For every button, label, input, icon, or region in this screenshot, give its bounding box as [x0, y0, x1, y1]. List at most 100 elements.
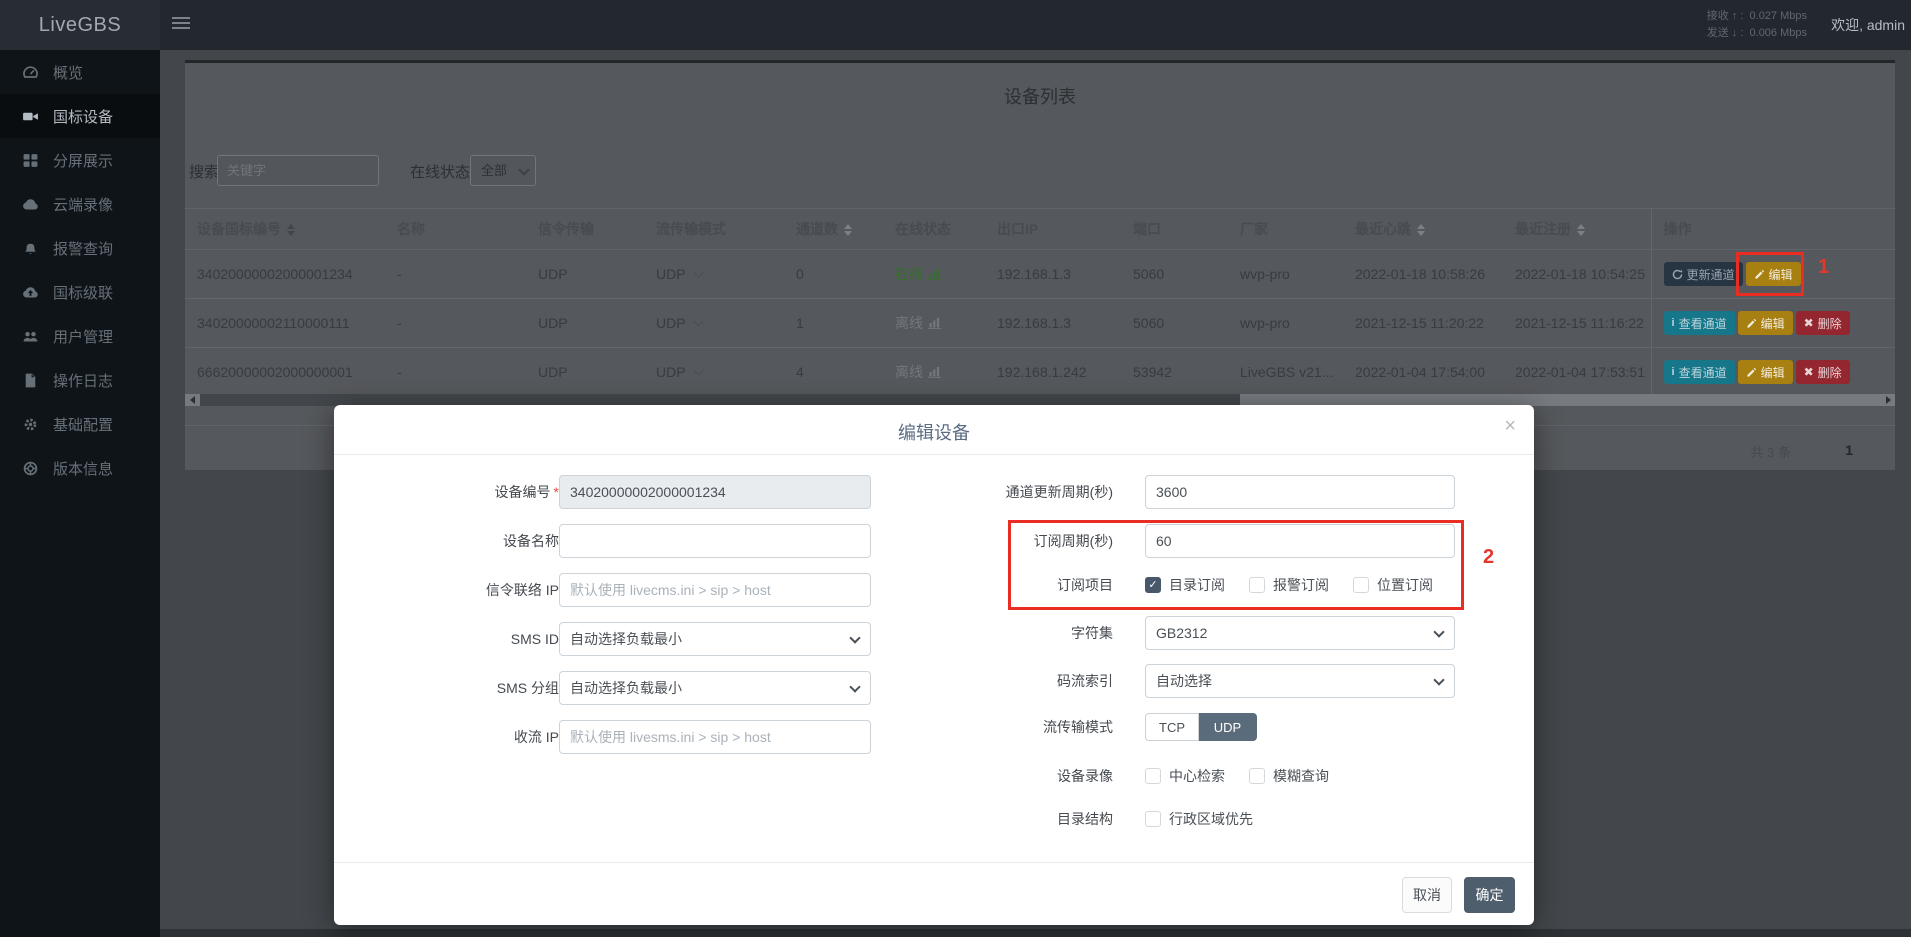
grid-icon	[22, 152, 39, 169]
stream-mode-dropdown[interactable]: UDP	[656, 266, 702, 282]
cancel-button[interactable]: 取消	[1402, 877, 1452, 913]
cell-name: -	[385, 348, 526, 397]
delete-button[interactable]: ✖删除	[1796, 311, 1850, 335]
sms-id-select[interactable]: 自动选择负载最小	[559, 622, 871, 656]
delete-button[interactable]: ✖删除	[1796, 360, 1850, 384]
col-header-channels[interactable]: 通道数	[784, 209, 883, 250]
sidebar-item-operation-log[interactable]: 操作日志	[0, 358, 160, 402]
recv-ip-input[interactable]	[559, 720, 871, 754]
ok-button[interactable]: 确定	[1464, 877, 1515, 913]
sidebar-item-cloud-record[interactable]: 云端录像	[0, 182, 160, 226]
sidebar-item-overview[interactable]: 概览	[0, 50, 160, 94]
online-status-select[interactable]: 全部	[470, 155, 536, 186]
col-header-device-id[interactable]: 设备国标编号	[185, 209, 385, 250]
cell-port: 53942	[1121, 348, 1228, 397]
position-subscribe-checkbox[interactable]: ✓	[1353, 577, 1369, 593]
sip-ip-input[interactable]	[559, 573, 871, 607]
edit-button[interactable]: 编辑	[1738, 360, 1793, 384]
cell-sip-transport: UDP	[526, 250, 644, 299]
cell-ip: 192.168.1.3	[985, 299, 1121, 348]
stream-mode-dropdown[interactable]: UDP	[656, 315, 702, 331]
cell-device-id: 34020000002110000111	[185, 299, 385, 348]
scroll-left-arrow[interactable]	[185, 394, 199, 406]
col-header-heartbeat[interactable]: 最近心跳	[1343, 209, 1503, 250]
subscribe-period-input[interactable]	[1145, 524, 1455, 558]
cell-device-id: 34020000002000001234	[185, 250, 385, 299]
subscribe-option-catalog: ✓ 目录订阅	[1145, 575, 1225, 595]
sidebar-item-user-management[interactable]: 用户管理	[0, 314, 160, 358]
cell-name: -	[385, 250, 526, 299]
status-online-link[interactable]: 在线	[895, 264, 941, 284]
update-channels-button[interactable]: 更新通道	[1664, 262, 1743, 286]
view-channels-button[interactable]: i查看通道	[1664, 311, 1735, 335]
sort-icon	[1577, 224, 1585, 236]
stream-index-select[interactable]: 自动选择	[1145, 664, 1455, 698]
scroll-right-arrow[interactable]	[1881, 394, 1895, 406]
cell-heartbeat: 2022-01-18 10:58:26	[1343, 250, 1503, 299]
info-icon: i	[1672, 366, 1675, 378]
device-name-label: 设备名称	[369, 524, 559, 558]
sms-group-select[interactable]: 自动选择负载最小	[559, 671, 871, 705]
sidebar-item-basic-config[interactable]: 基础配置	[0, 402, 160, 446]
sidebar-item-label: 用户管理	[53, 326, 113, 347]
admin-region-checkbox[interactable]: ✓	[1145, 811, 1161, 827]
cell-sip-transport: UDP	[526, 348, 644, 397]
cell-channels: 4	[784, 348, 883, 397]
sidebar-item-gb-devices[interactable]: 国标设备	[0, 94, 160, 138]
menu-toggle-icon[interactable]	[172, 17, 190, 31]
charset-select[interactable]: GB2312	[1145, 616, 1455, 650]
catalog-subscribe-checkbox[interactable]: ✓	[1145, 577, 1161, 593]
close-icon[interactable]: ×	[1504, 416, 1516, 436]
modal-header: 编辑设备 ×	[334, 405, 1534, 455]
edit-button[interactable]: 编辑	[1746, 262, 1801, 286]
gauge-icon	[22, 64, 39, 81]
edit-button[interactable]: 编辑	[1738, 311, 1793, 335]
subscribe-option-alarm: ✓ 报警订阅	[1249, 575, 1329, 595]
cloud-upload-icon	[22, 284, 39, 301]
x-icon: ✖	[1804, 316, 1814, 330]
pagination-page[interactable]: 1	[1845, 442, 1853, 458]
cell-port: 5060	[1121, 299, 1228, 348]
cell-registered: 2022-01-18 10:54:25	[1503, 250, 1651, 299]
pagination-prev[interactable]: ‹	[1818, 442, 1823, 459]
sidebar-item-version-info[interactable]: 版本信息	[0, 446, 160, 490]
view-channels-button[interactable]: i查看通道	[1664, 360, 1735, 384]
transport-udp-button[interactable]: UDP	[1199, 713, 1257, 741]
network-stats: 接收 ↑ : 0.027 Mbps发送 ↓ : 0.006 Mbps	[1707, 8, 1807, 42]
status-offline-link[interactable]: 离线	[895, 362, 941, 382]
stats-send: 发送 ↓ : 0.006 Mbps	[1707, 27, 1807, 39]
footer-bar	[160, 929, 1911, 937]
fuzzy-query-checkbox[interactable]: ✓	[1249, 768, 1265, 784]
center-search-checkbox[interactable]: ✓	[1145, 768, 1161, 784]
pagination-next[interactable]: ›	[1880, 442, 1885, 459]
col-header-registered[interactable]: 最近注册	[1503, 209, 1651, 250]
edit-device-modal: 编辑设备 × 设备编号* 设备名称 信令联络 IP SMS ID 自动选择负载最…	[334, 405, 1534, 925]
sort-icon	[287, 224, 295, 236]
channel-refresh-input[interactable]	[1145, 475, 1455, 509]
sidebar-item-gb-cascade[interactable]: 国标级联	[0, 270, 160, 314]
users-icon	[22, 328, 39, 345]
cell-vendor: wvp-pro	[1228, 250, 1343, 299]
device-name-input[interactable]	[559, 524, 871, 558]
alarm-subscribe-checkbox[interactable]: ✓	[1249, 577, 1265, 593]
search-input[interactable]	[217, 155, 379, 186]
table-row: 66620000002000000001 - UDP UDP 4 离线 192.…	[185, 348, 1895, 397]
bar-chart-icon	[928, 268, 941, 280]
stream-mode-dropdown[interactable]: UDP	[656, 364, 702, 380]
welcome-user[interactable]: 欢迎, admin	[1831, 15, 1905, 35]
col-header-name: 名称	[385, 209, 526, 250]
sort-icon	[844, 224, 852, 236]
transport-tcp-button[interactable]: TCP	[1145, 713, 1199, 741]
sidebar-item-alarm-query[interactable]: 报警查询	[0, 226, 160, 270]
sidebar-item-label: 操作日志	[53, 370, 113, 391]
sidebar-item-split-screen[interactable]: 分屏展示	[0, 138, 160, 182]
video-icon	[22, 108, 39, 125]
cell-vendor: LiveGBS v21...	[1228, 348, 1343, 397]
status-offline-link[interactable]: 离线	[895, 313, 941, 333]
sidebar-item-label: 概览	[53, 62, 83, 83]
sms-group-label: SMS 分组	[369, 671, 559, 705]
sidebar-item-label: 报警查询	[53, 238, 113, 259]
subscribe-period-label: 订阅周期(秒)	[923, 524, 1113, 558]
cell-ip: 192.168.1.3	[985, 250, 1121, 299]
edit-pencil-icon	[1754, 269, 1765, 280]
